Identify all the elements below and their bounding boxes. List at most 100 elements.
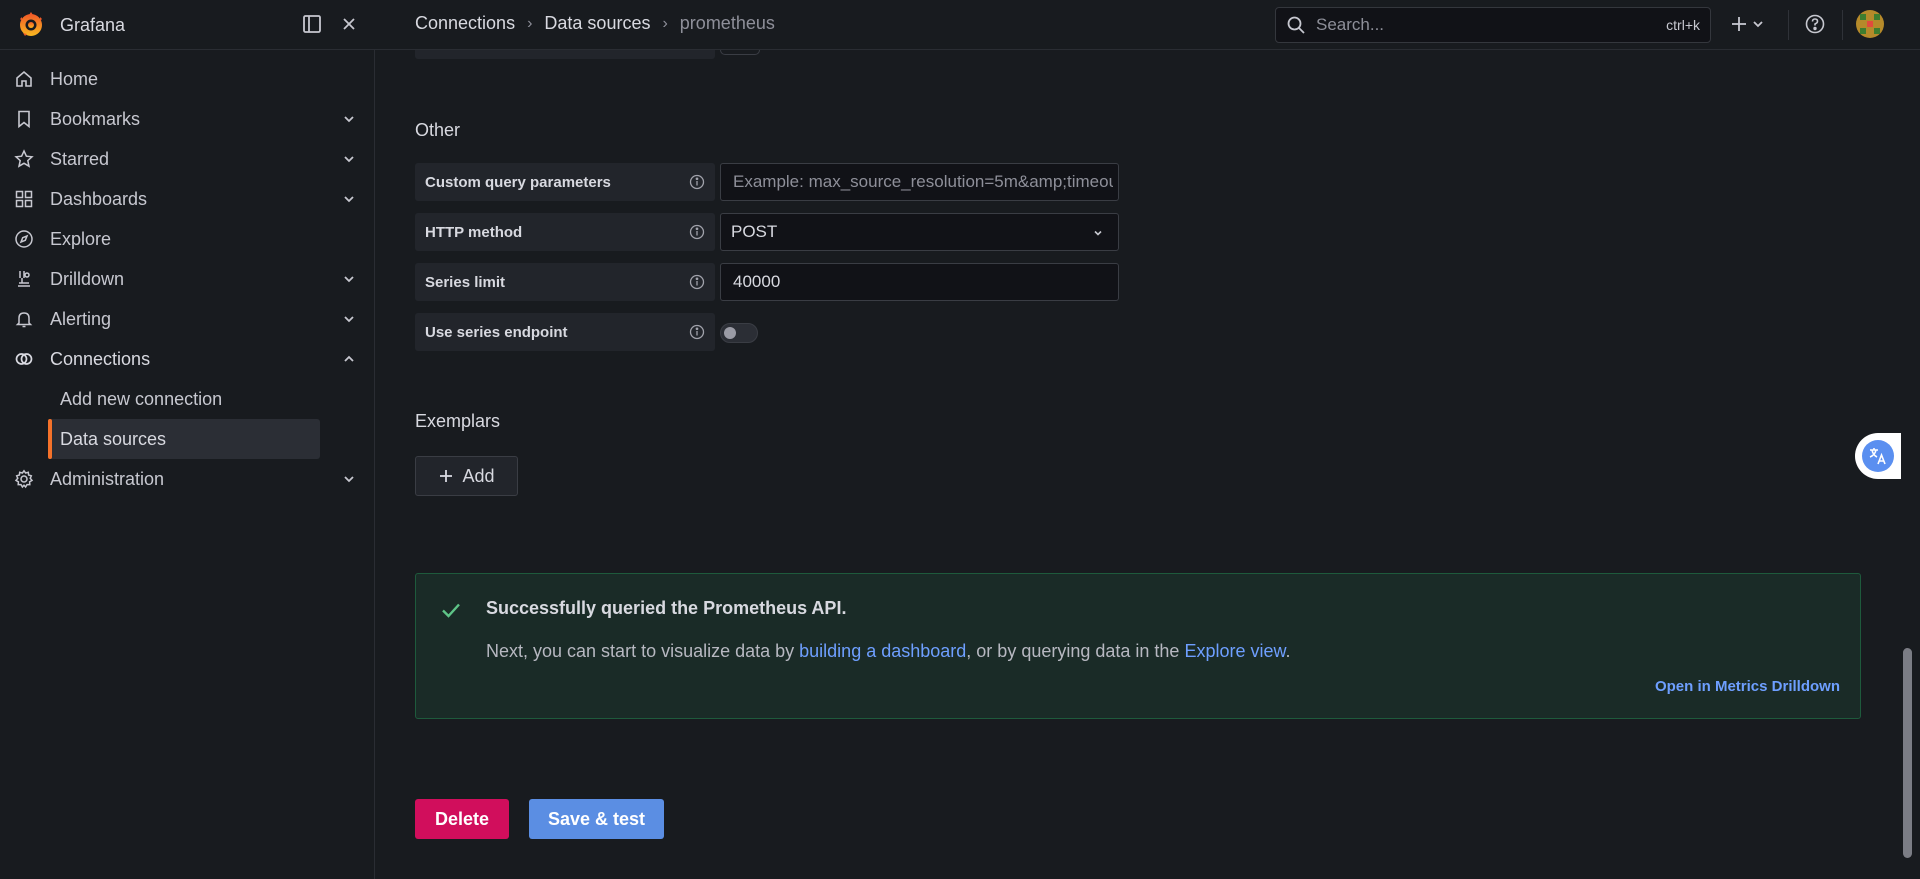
breadcrumb-connections[interactable]: Connections <box>415 13 515 34</box>
sidebar-item-connections[interactable]: Connections <box>0 339 374 379</box>
series-limit-label: Series limit <box>415 263 715 301</box>
custom-query-label: Custom query parameters <box>415 163 715 201</box>
field-label-text: Series limit <box>425 273 506 291</box>
breadcrumb-current: prometheus <box>679 13 775 33</box>
app-brand: Grafana <box>60 14 126 35</box>
sidebar-subitem-label: Data sources <box>60 428 167 449</box>
section-title-other: Other <box>415 120 461 140</box>
alert-title: Successfully queried the Prometheus API. <box>486 598 847 618</box>
translate-widget-button[interactable] <box>1855 433 1901 479</box>
sidebar-item-alerting[interactable]: Alerting <box>0 299 374 339</box>
sidebar-item-label: Dashboards <box>50 188 148 209</box>
logo-area[interactable]: Grafana <box>16 10 125 40</box>
breadcrumb-data-sources[interactable]: Data sources <box>544 13 650 34</box>
top-bar: Grafana Connections › Data sources › pro… <box>0 0 1920 50</box>
main-content: Other Custom query parameters HTTP metho… <box>375 50 1900 879</box>
chevron-right-icon: › <box>662 14 668 32</box>
apps-icon <box>14 189 34 209</box>
dock-menu-icon[interactable] <box>301 13 323 35</box>
add-exemplar-label: Add <box>462 465 495 486</box>
cog-icon <box>14 469 34 489</box>
chevron-right-icon: › <box>527 14 533 32</box>
sidebar-item-drilldown[interactable]: Drilldown <box>0 259 374 299</box>
sidebar: Home Bookmarks Starred Dashboards Explor… <box>0 50 375 879</box>
grafana-logo-icon <box>16 10 46 40</box>
building-dashboard-link[interactable]: building a dashboard <box>799 641 966 661</box>
help-icon[interactable] <box>1804 13 1826 35</box>
sidebar-item-label: Connections <box>50 348 151 369</box>
sidebar-item-label: Bookmarks <box>50 108 141 129</box>
sidebar-subitem-data-sources[interactable]: Data sources <box>48 419 320 459</box>
sidebar-item-label: Starred <box>50 148 110 169</box>
bookmark-icon <box>14 109 34 129</box>
info-icon[interactable] <box>689 174 705 190</box>
add-exemplar-button[interactable]: Add <box>415 456 518 496</box>
new-menu-button[interactable] <box>1730 13 1770 35</box>
explore-view-link[interactable]: Explore view <box>1184 641 1285 661</box>
series-limit-input[interactable] <box>731 271 1115 293</box>
sidebar-item-starred[interactable]: Starred <box>0 139 374 179</box>
chevron-down-icon[interactable] <box>341 311 357 327</box>
success-alert: Successfully queried the Prometheus API.… <box>415 573 1861 719</box>
sidebar-item-label: Drilldown <box>50 268 125 289</box>
sidebar-item-explore[interactable]: Explore <box>0 219 374 259</box>
translate-icon <box>1862 440 1894 472</box>
drilldown-icon <box>14 269 34 289</box>
info-icon[interactable] <box>689 324 705 340</box>
chevron-down-icon <box>1090 225 1106 241</box>
connections-icon <box>14 349 34 369</box>
sidebar-subitem-label: Add new connection <box>60 388 223 409</box>
chevron-down-icon[interactable] <box>341 151 357 167</box>
sidebar-item-label: Home <box>50 68 99 89</box>
open-metrics-drilldown-link[interactable]: Open in Metrics Drilldown <box>1655 678 1840 695</box>
chevron-down-icon[interactable] <box>341 271 357 287</box>
field-label-text: Use series endpoint <box>425 323 568 341</box>
search-shortcut: ctrl+k <box>1666 17 1700 33</box>
info-icon[interactable] <box>689 274 705 290</box>
search-icon <box>1286 15 1306 35</box>
search-bar[interactable]: ctrl+k <box>1275 7 1711 43</box>
scrollbar-thumb[interactable] <box>1903 648 1912 858</box>
info-icon[interactable] <box>689 224 705 240</box>
divider <box>1788 10 1789 40</box>
sidebar-item-dashboards[interactable]: Dashboards <box>0 179 374 219</box>
sidebar-item-label: Explore <box>50 228 112 249</box>
sidebar-item-label: Administration <box>50 468 165 489</box>
delete-button[interactable]: Delete <box>415 799 509 839</box>
search-input[interactable] <box>1314 14 1667 36</box>
bell-icon <box>14 309 34 329</box>
series-endpoint-toggle[interactable] <box>720 323 758 343</box>
check-icon <box>440 599 462 621</box>
chevron-down-icon[interactable] <box>341 111 357 127</box>
custom-query-field[interactable] <box>720 163 1119 201</box>
sidebar-subitem-add-new-connection[interactable]: Add new connection <box>48 379 320 419</box>
chevron-down-icon[interactable] <box>341 471 357 487</box>
series-endpoint-label: Use series endpoint <box>415 313 715 351</box>
sidebar-item-bookmarks[interactable]: Bookmarks <box>0 99 374 139</box>
save-and-test-button[interactable]: Save & test <box>529 799 664 839</box>
sidebar-item-label: Alerting <box>50 308 112 329</box>
section-title-exemplars: Exemplars <box>415 411 501 431</box>
divider <box>1842 10 1843 40</box>
sidebar-item-home[interactable]: Home <box>0 59 374 99</box>
compass-icon <box>14 229 34 249</box>
sidebar-item-administration[interactable]: Administration <box>0 459 374 499</box>
alert-body-prefix: Next, you can start to visualize data by <box>486 641 800 661</box>
star-icon <box>14 149 34 169</box>
custom-query-input[interactable] <box>731 171 1115 193</box>
home-icon <box>14 69 34 89</box>
http-method-value: POST <box>731 222 778 241</box>
close-menu-icon[interactable] <box>338 13 360 35</box>
field-label-text: HTTP method <box>425 223 523 241</box>
toggle-knob <box>724 327 736 339</box>
breadcrumb: Connections › Data sources › prometheus <box>415 13 775 34</box>
field-label-text: Custom query parameters <box>425 173 611 191</box>
avatar[interactable] <box>1856 10 1884 38</box>
http-method-select[interactable]: POST <box>720 213 1119 251</box>
chevron-down-icon[interactable] <box>341 191 357 207</box>
http-method-label: HTTP method <box>415 213 715 251</box>
clipped-field-label <box>415 50 715 59</box>
chevron-up-icon[interactable] <box>341 351 357 367</box>
series-limit-field[interactable] <box>720 263 1119 301</box>
alert-body-suffix: . <box>1285 641 1291 661</box>
